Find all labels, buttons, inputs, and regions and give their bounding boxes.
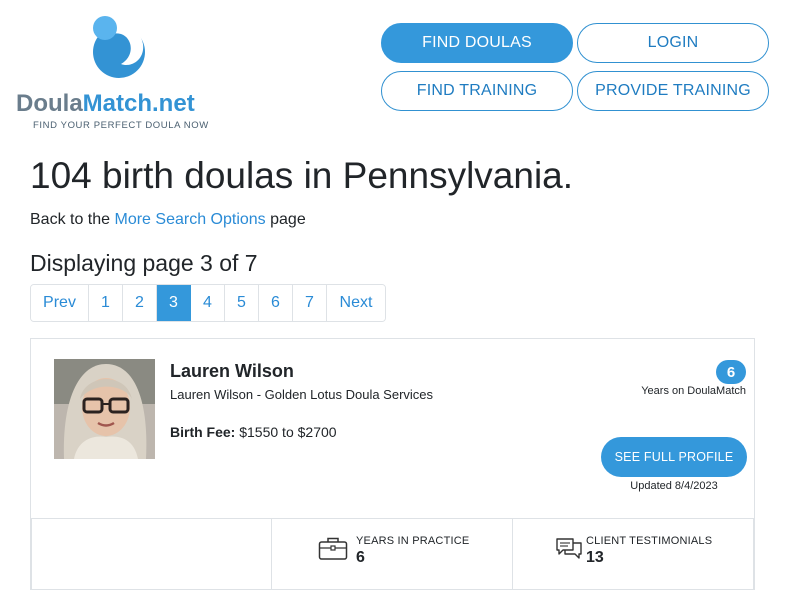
pagination-page-1[interactable]: 1	[89, 285, 123, 321]
years-on-site-label: Years on DoulaMatch	[641, 385, 746, 397]
logo-wordmark: DoulaMatch.net	[16, 90, 195, 118]
pagination-page-7[interactable]: 7	[293, 285, 327, 321]
briefcase-icon	[318, 537, 348, 560]
pagination-page-4[interactable]: 4	[191, 285, 225, 321]
back-prefix: Back to the	[30, 211, 115, 228]
pagination-page-6[interactable]: 6	[259, 285, 293, 321]
client-testimonials-value: 13	[586, 549, 604, 566]
logo-tagline: FIND YOUR PERFECT DOULA NOW	[33, 120, 209, 131]
pagination-page-3-current[interactable]: 3	[157, 285, 191, 321]
years-in-practice-value: 6	[356, 549, 365, 566]
provide-training-button[interactable]: PROVIDE TRAINING	[577, 71, 769, 111]
doula-business-name: Lauren Wilson - Golden Lotus Doula Servi…	[170, 387, 434, 402]
birth-fee-label: Birth Fee:	[170, 424, 236, 440]
pagination-next[interactable]: Next	[327, 285, 385, 321]
find-doulas-button[interactable]: FIND DOULAS	[381, 23, 573, 63]
login-button[interactable]: LOGIN	[577, 23, 769, 63]
back-suffix: page	[265, 211, 306, 228]
site-logo[interactable]: DoulaMatch.net FIND YOUR PERFECT DOULA N…	[16, 12, 221, 132]
pagination-page-5[interactable]: 5	[225, 285, 259, 321]
client-testimonials-label: CLIENT TESTIMONIALS	[586, 535, 713, 547]
years-in-practice-label: YEARS IN PRACTICE	[356, 535, 470, 547]
logo-word-part2: Match.net	[82, 90, 195, 117]
logo-word-part1: Doula	[16, 90, 83, 117]
chat-bubbles-icon	[556, 538, 582, 559]
see-full-profile-button[interactable]: SEE FULL PROFILE	[601, 437, 747, 477]
profile-updated-date: Updated 8/4/2023	[630, 480, 718, 492]
find-training-button[interactable]: FIND TRAINING	[381, 71, 573, 111]
doula-card: Lauren Wilson Lauren Wilson - Golden Lot…	[30, 338, 755, 590]
stat-years-in-practice: YEARS IN PRACTICE 6	[272, 519, 513, 589]
stat-empty-cell	[31, 519, 272, 589]
paging-status: Displaying page 3 of 7	[30, 250, 258, 276]
pagination: Prev 1 2 3 4 5 6 7 Next	[30, 284, 386, 322]
doula-photo[interactable]	[54, 359, 155, 459]
doula-name[interactable]: Lauren Wilson	[170, 361, 294, 382]
birth-fee-value: $1550 to $2700	[239, 424, 337, 440]
doula-logo-icon	[93, 16, 145, 78]
page-title: 104 birth doulas in Pennsylvania.	[30, 155, 574, 196]
pagination-page-2[interactable]: 2	[123, 285, 157, 321]
doula-stats-row: YEARS IN PRACTICE 6 CLIENT TESTIMONIALS …	[31, 518, 754, 589]
years-on-site-badge: 6	[716, 360, 746, 384]
doula-birth-fee: Birth Fee: $1550 to $2700	[170, 424, 337, 440]
more-search-options-link[interactable]: More Search Options	[115, 211, 266, 228]
stat-client-testimonials: CLIENT TESTIMONIALS 13	[513, 519, 754, 589]
back-to-search-line: Back to the More Search Options page	[30, 211, 306, 229]
pagination-prev[interactable]: Prev	[31, 285, 89, 321]
doula-photo-image	[54, 359, 155, 459]
